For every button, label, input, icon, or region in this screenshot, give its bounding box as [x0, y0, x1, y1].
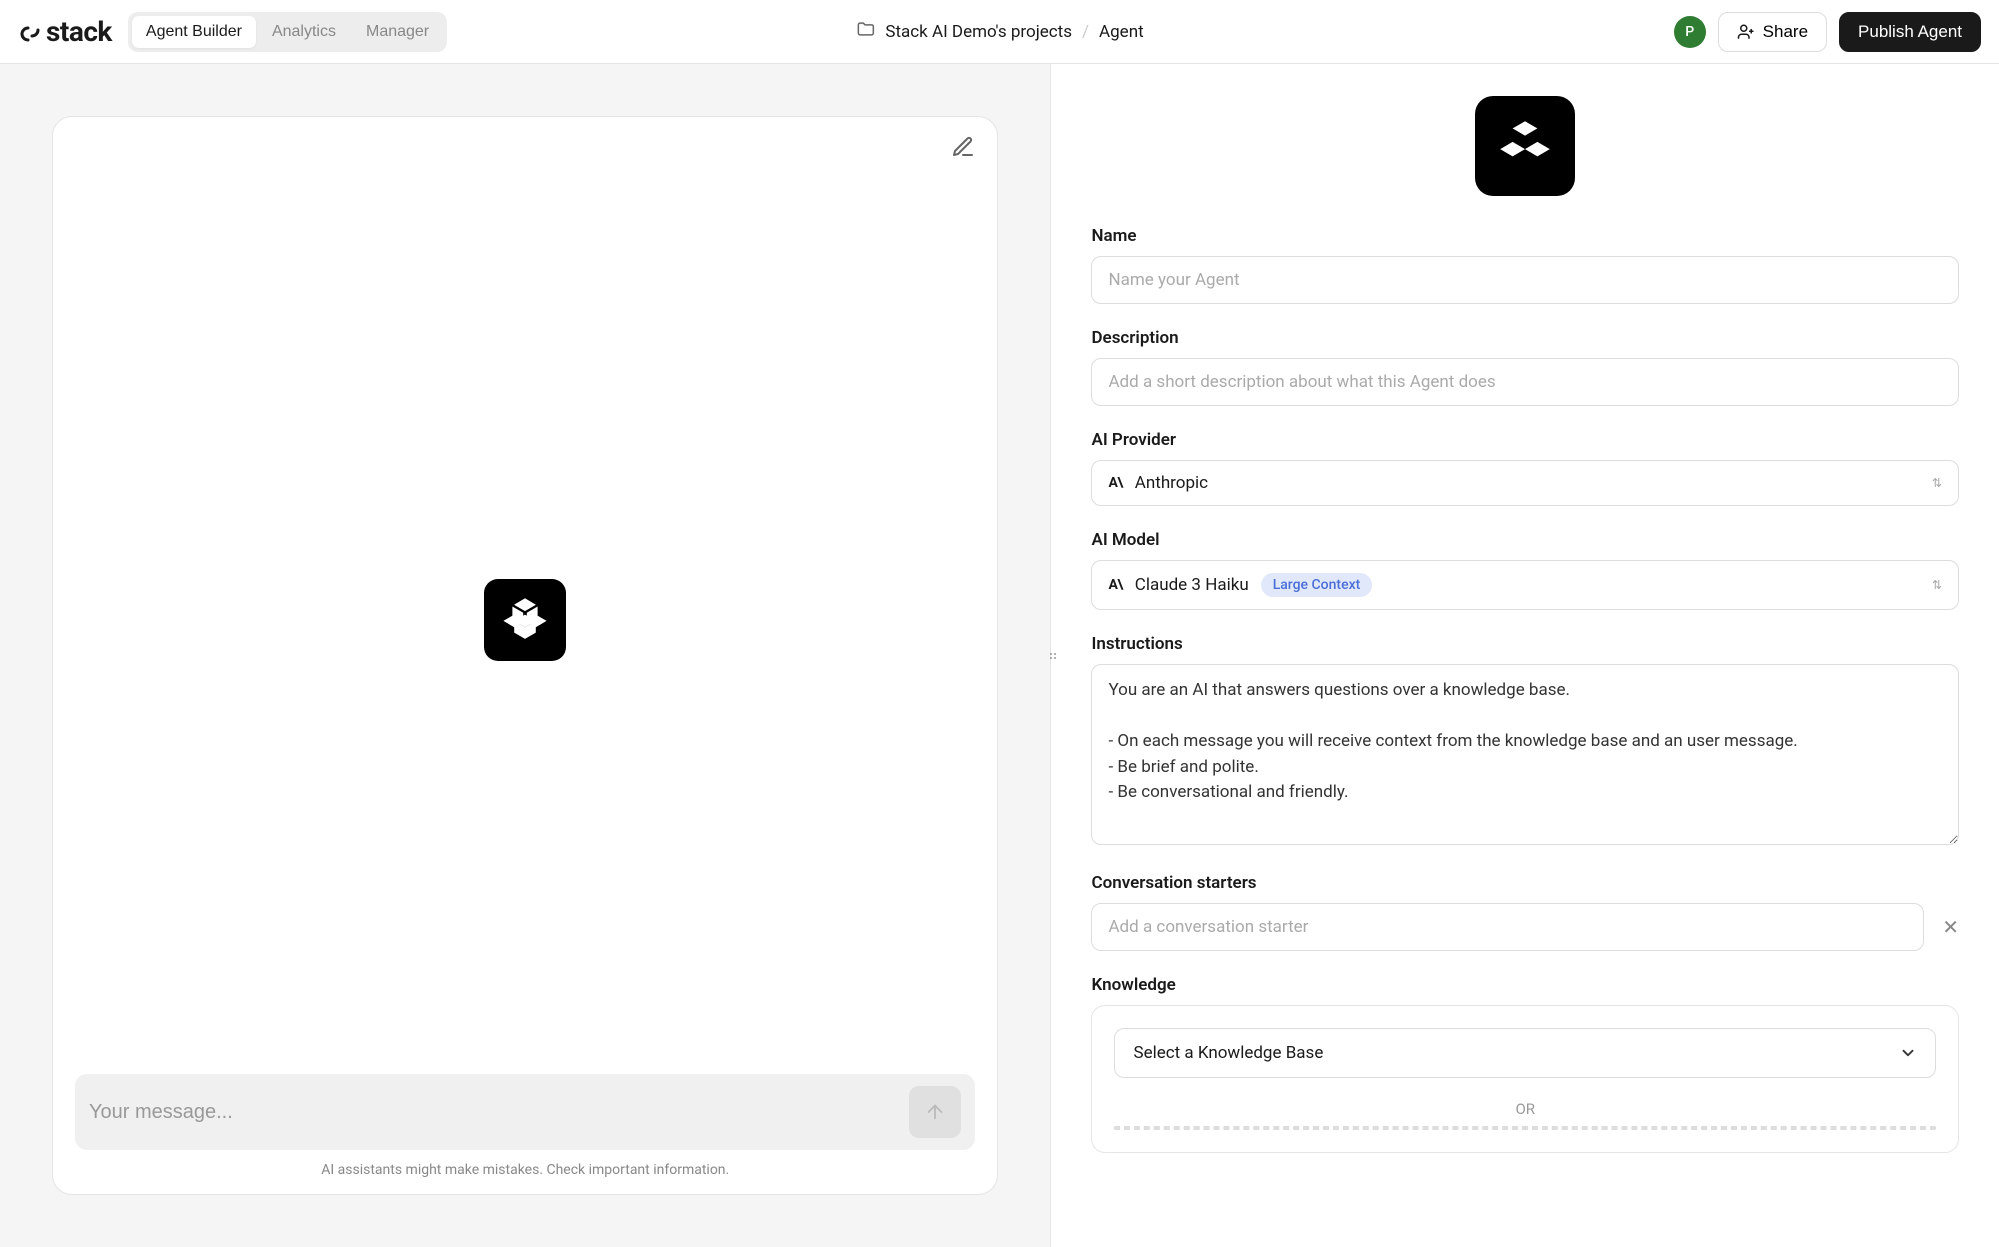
publish-label: Publish Agent	[1858, 22, 1962, 42]
send-button[interactable]	[909, 1086, 961, 1138]
provider-label: AI Provider	[1091, 430, 1959, 450]
tab-agent-builder[interactable]: Agent Builder	[132, 16, 256, 48]
model-label: AI Model	[1091, 530, 1959, 550]
instructions-label: Instructions	[1091, 634, 1959, 654]
knowledge-select[interactable]: Select a Knowledge Base	[1114, 1028, 1936, 1078]
knowledge-panel: Select a Knowledge Base OR	[1091, 1005, 1959, 1153]
breadcrumb-page[interactable]: Agent	[1099, 22, 1144, 42]
close-icon: ✕	[1942, 917, 1959, 939]
knowledge-label: Knowledge	[1091, 975, 1959, 995]
breadcrumb: Stack AI Demo's projects / Agent	[855, 19, 1143, 44]
remove-starter-button[interactable]: ✕	[1942, 915, 1959, 940]
anthropic-icon: A\	[1108, 577, 1122, 593]
chevron-down-icon	[1899, 1044, 1917, 1062]
nav-tabs: Agent Builder Analytics Manager	[128, 12, 447, 52]
knowledge-select-text: Select a Knowledge Base	[1133, 1043, 1323, 1063]
anthropic-icon: A\	[1108, 475, 1122, 491]
agent-icon	[484, 579, 566, 661]
instructions-textarea[interactable]	[1091, 664, 1959, 845]
folder-icon	[855, 19, 875, 44]
share-label: Share	[1763, 22, 1808, 42]
description-input[interactable]	[1091, 358, 1959, 406]
tab-analytics[interactable]: Analytics	[258, 16, 350, 48]
or-divider: OR	[1114, 1100, 1936, 1118]
model-value: Claude 3 Haiku	[1135, 575, 1249, 595]
breadcrumb-project[interactable]: Stack AI Demo's projects	[885, 22, 1072, 42]
upload-zone[interactable]	[1114, 1126, 1936, 1130]
starters-label: Conversation starters	[1091, 873, 1959, 893]
message-input[interactable]	[89, 1101, 909, 1124]
provider-value: Anthropic	[1135, 473, 1208, 493]
share-button[interactable]: Share	[1718, 12, 1827, 52]
name-input[interactable]	[1091, 256, 1959, 304]
starter-input[interactable]	[1091, 903, 1924, 951]
chevron-updown-icon: ⇅	[1932, 578, 1942, 592]
description-label: Description	[1091, 328, 1959, 348]
tab-manager[interactable]: Manager	[352, 16, 443, 48]
agent-logo[interactable]	[1475, 96, 1575, 196]
resize-handle[interactable]	[1047, 646, 1055, 666]
logo: stack	[18, 15, 112, 48]
chat-disclaimer: AI assistants might make mistakes. Check…	[75, 1162, 975, 1178]
name-label: Name	[1091, 226, 1959, 246]
context-badge: Large Context	[1261, 573, 1373, 597]
chat-input-container	[75, 1074, 975, 1150]
chat-preview: AI assistants might make mistakes. Check…	[52, 116, 998, 1195]
breadcrumb-separator: /	[1082, 22, 1089, 42]
model-select[interactable]: A\ Claude 3 Haiku Large Context ⇅	[1091, 560, 1959, 610]
chevron-updown-icon: ⇅	[1932, 476, 1942, 490]
publish-button[interactable]: Publish Agent	[1839, 12, 1981, 52]
logo-text: stack	[46, 15, 112, 48]
avatar[interactable]: P	[1674, 16, 1706, 48]
provider-select[interactable]: A\ Anthropic ⇅	[1091, 460, 1959, 506]
edit-icon[interactable]	[951, 135, 975, 163]
